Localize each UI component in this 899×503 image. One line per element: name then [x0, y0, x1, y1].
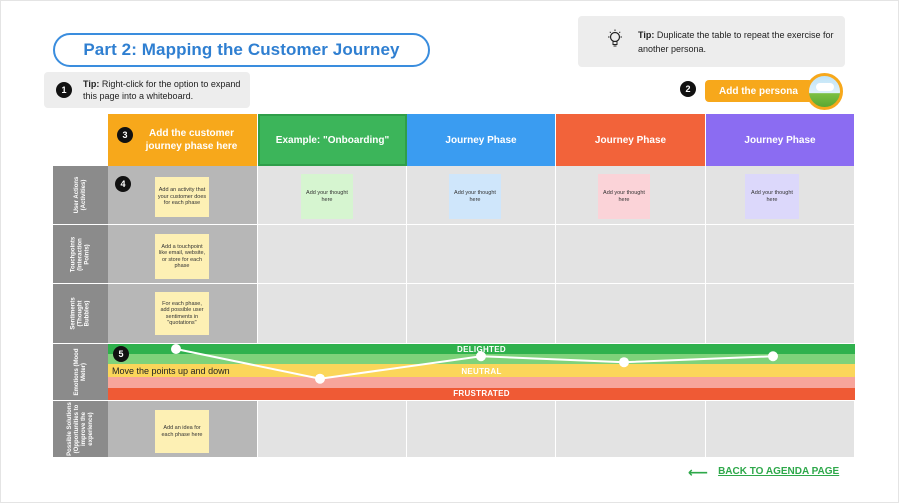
sticky-note-sentiment-text: For each phase, add possible user sentim…: [160, 300, 204, 327]
cell-solutions-5[interactable]: [706, 401, 855, 458]
row-label-sentiments: Sentiments (Thought Bubbles): [70, 297, 90, 330]
sticky-note-thought-text: Add your thought here: [751, 190, 793, 203]
row-label-touchpoints: Touchpoints (Interaction Points): [70, 236, 90, 272]
cell-sentiments-4[interactable]: [556, 284, 706, 344]
phase-label-3: Journey Phase: [445, 134, 517, 146]
arrow-left-icon: ⟵: [688, 463, 709, 480]
phase-header-1[interactable]: 3 Add the customer journey phase here: [108, 114, 258, 166]
step-badge-2: 2: [680, 81, 696, 97]
cell-touchpoints-3[interactable]: [407, 225, 556, 284]
sticky-note-solution-text: Add an idea for each phase here: [161, 425, 203, 438]
cell-solutions-3[interactable]: [407, 401, 556, 458]
row-label-solutions: Possible Solutions (Opportunities to imp…: [66, 402, 94, 456]
emotion-line: [175, 348, 774, 380]
lightbulb-icon: [606, 29, 624, 54]
sticky-note-thought-text: Add your thought here: [454, 190, 496, 203]
sticky-note-touchpoint[interactable]: Add a touchpoint like email, website, or…: [155, 234, 209, 279]
emotion-point-3[interactable]: [476, 351, 486, 362]
page-title-text: Part 2: Mapping the Customer Journey: [83, 40, 400, 59]
phase-header-5[interactable]: Journey Phase: [706, 114, 855, 166]
emotion-point-2[interactable]: [315, 373, 325, 384]
cell-solutions-2[interactable]: [258, 401, 407, 458]
sticky-note-sentiment[interactable]: For each phase, add possible user sentim…: [155, 292, 209, 335]
cell-sentiments-2[interactable]: [258, 284, 407, 344]
sticky-note-thought-text: Add your thought here: [603, 190, 645, 203]
row-header-emotions: Emotions (Mood Meter): [53, 344, 108, 401]
phase-label-4: Journey Phase: [594, 134, 667, 146]
sticky-note-thought-3[interactable]: Add your thought here: [449, 174, 501, 219]
mood-meter: DELIGHTED NEUTRAL FRUSTRATED Move the po…: [108, 344, 855, 400]
step-badge-4: 4: [115, 176, 131, 192]
phase-header-4[interactable]: Journey Phase: [556, 114, 706, 166]
cell-touchpoints-5[interactable]: [706, 225, 855, 284]
phase-label-5: Journey Phase: [744, 134, 816, 146]
cell-solutions-4[interactable]: [556, 401, 706, 458]
row-header-solutions: Possible Solutions (Opportunities to imp…: [53, 401, 108, 458]
add-persona-button[interactable]: Add the persona: [705, 80, 813, 102]
cell-sentiments-5[interactable]: [706, 284, 855, 344]
tip-prefix: Tip:: [638, 29, 655, 40]
cell-touchpoints-2[interactable]: [258, 225, 407, 284]
persona-avatar[interactable]: [806, 73, 843, 110]
cloud-icon: [816, 83, 834, 91]
row-label-actions: User Actions (Activities): [73, 176, 87, 214]
emotion-point-5[interactable]: [768, 351, 778, 362]
cell-touchpoints-4[interactable]: [556, 225, 706, 284]
cell-sentiments-3[interactable]: [407, 284, 556, 344]
phase-label-1: Add the customer journey phase here: [145, 128, 238, 152]
tip-whiteboard-text: Tip: Right-click for the option to expan…: [83, 78, 250, 102]
back-to-agenda-link[interactable]: ⟵ BACK TO AGENDA PAGE: [688, 463, 840, 480]
tip-whiteboard: 1 Tip: Right-click for the option to exp…: [44, 72, 250, 108]
step-badge-1: 1: [56, 82, 72, 98]
tip-duplicate-text: Tip: Duplicate the table to repeat the e…: [638, 28, 845, 56]
sticky-note-thought-2[interactable]: Add your thought here: [301, 174, 353, 219]
row-header-touchpoints: Touchpoints (Interaction Points): [53, 225, 108, 284]
sticky-note-touchpoint-text: Add a touchpoint like email, website, or…: [158, 243, 206, 270]
back-to-agenda-label: BACK TO AGENDA PAGE: [718, 466, 840, 477]
sticky-note-activity[interactable]: Add an activity that your customer does …: [155, 177, 209, 217]
sticky-note-thought-5[interactable]: Add your thought here: [745, 174, 799, 219]
phase-label-2: Example: "Onboarding": [275, 134, 390, 146]
tip-whiteboard-body: Right-click for the option to expand thi…: [83, 79, 241, 101]
phase-header-3[interactable]: Journey Phase: [407, 114, 556, 166]
table-corner: [53, 114, 108, 166]
step-badge-3: 3: [117, 127, 133, 143]
tip-duplicate: Tip: Duplicate the table to repeat the e…: [578, 16, 845, 67]
add-persona-label: Add the persona: [719, 85, 798, 97]
phase-header-2[interactable]: Example: "Onboarding": [258, 114, 407, 166]
step-badge-5: 5: [113, 346, 129, 362]
row-header-actions: User Actions (Activities): [53, 166, 108, 225]
emotion-curve: [171, 344, 778, 384]
page-title: Part 2: Mapping the Customer Journey: [53, 33, 430, 67]
emotion-point-1[interactable]: [171, 344, 181, 354]
emotion-point-4[interactable]: [619, 357, 629, 368]
tip-duplicate-body: Duplicate the table to repeat the exerci…: [638, 29, 834, 54]
tip-prefix: Tip:: [83, 79, 100, 89]
sticky-note-thought-text: Add your thought here: [306, 190, 348, 203]
sticky-note-activity-text: Add an activity that your customer does …: [157, 187, 207, 207]
journey-map-table: 3 Add the customer journey phase here Ex…: [53, 114, 855, 458]
sticky-note-solution[interactable]: Add an idea for each phase here: [155, 410, 209, 453]
row-header-sentiments: Sentiments (Thought Bubbles): [53, 284, 108, 344]
sticky-note-thought-4[interactable]: Add your thought here: [598, 174, 650, 219]
row-label-emotions: Emotions (Mood Meter): [73, 348, 87, 396]
